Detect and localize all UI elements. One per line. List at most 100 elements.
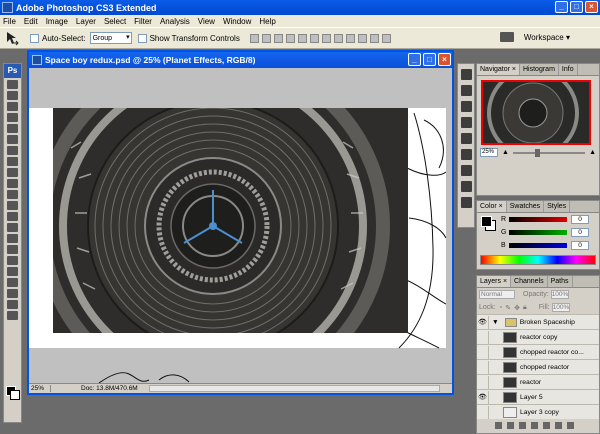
- layer-row[interactable]: reactor: [477, 374, 599, 389]
- blur-tool-icon[interactable]: [7, 212, 18, 221]
- color-spectrum-bar[interactable]: [480, 255, 596, 265]
- slice-tool-icon[interactable]: [7, 135, 18, 144]
- delete-layer-icon[interactable]: [567, 421, 574, 429]
- menu-help[interactable]: Help: [259, 17, 275, 26]
- document-maximize-button[interactable]: □: [423, 53, 436, 66]
- layer-row[interactable]: chopped reactor: [477, 359, 599, 374]
- tab-info[interactable]: Info: [558, 64, 578, 75]
- channel-value-b[interactable]: 0: [571, 241, 589, 250]
- auto-select-checkbox[interactable]: [30, 33, 39, 43]
- new-group-icon[interactable]: [543, 421, 550, 429]
- color-foreground-swatch[interactable]: [481, 216, 492, 227]
- layer-row[interactable]: 👁︎ Layer 5: [477, 389, 599, 404]
- navigator-zoom-slider[interactable]: [512, 148, 586, 157]
- document-info[interactable]: Doc: 13.8M/470.6M: [81, 385, 138, 392]
- layer-visibility-eye-icon[interactable]: 👁︎: [477, 315, 489, 329]
- channel-slider-b[interactable]: [509, 243, 567, 248]
- layer-visibility-toggle[interactable]: [477, 345, 489, 359]
- tab-styles[interactable]: Styles: [544, 201, 571, 212]
- tool-presets-panel-icon[interactable]: [460, 85, 472, 96]
- layer-visibility-toggle[interactable]: [477, 330, 489, 344]
- channel-value-g[interactable]: 0: [571, 228, 589, 237]
- auto-select-dropdown[interactable]: Group: [89, 32, 132, 44]
- distribute-bottom-icon[interactable]: [345, 33, 355, 43]
- type-tool-icon[interactable]: [7, 245, 18, 254]
- align-left-icon[interactable]: [285, 33, 295, 43]
- gradient-tool-icon[interactable]: [7, 201, 18, 210]
- horizontal-scrollbar[interactable]: [149, 385, 440, 392]
- menu-image[interactable]: Image: [46, 17, 68, 26]
- layer-row[interactable]: reactor copy: [477, 329, 599, 344]
- healing-brush-tool-icon[interactable]: [7, 146, 18, 155]
- new-layer-icon[interactable]: [555, 421, 562, 429]
- distribute-hcenter-icon[interactable]: [369, 33, 379, 43]
- layer-style-icon[interactable]: [507, 421, 514, 429]
- menu-file[interactable]: File: [3, 17, 16, 26]
- path-selection-tool-icon[interactable]: [7, 256, 18, 265]
- layer-visibility-toggle[interactable]: [477, 360, 489, 374]
- channel-slider-r[interactable]: [509, 217, 567, 222]
- clone-stamp-tool-icon[interactable]: [7, 168, 18, 177]
- fill-field[interactable]: 100%: [551, 303, 570, 312]
- move-tool-icon[interactable]: [4, 30, 20, 46]
- distribute-vcenter-icon[interactable]: [333, 33, 343, 43]
- layer-visibility-eye-icon[interactable]: 👁︎: [477, 390, 489, 404]
- menu-analysis[interactable]: Analysis: [160, 17, 190, 26]
- clone-source-panel-icon[interactable]: [460, 101, 472, 112]
- brush-tool-icon[interactable]: [7, 157, 18, 166]
- align-top-icon[interactable]: [249, 33, 259, 43]
- menu-select[interactable]: Select: [104, 17, 126, 26]
- channel-value-r[interactable]: 0: [571, 215, 589, 224]
- align-vcenter-icon[interactable]: [261, 33, 271, 43]
- lock-image-icon[interactable]: ✎: [505, 304, 511, 312]
- eyedropper-tool-icon[interactable]: [7, 289, 18, 298]
- document-zoom[interactable]: 25%: [29, 385, 51, 392]
- lasso-tool-icon[interactable]: [7, 102, 18, 111]
- tab-swatches[interactable]: Swatches: [506, 201, 545, 212]
- notes-tool-icon[interactable]: [7, 278, 18, 287]
- marquee-tool-icon[interactable]: [7, 91, 18, 100]
- lock-transparent-icon[interactable]: ▫: [500, 304, 502, 311]
- lock-position-icon[interactable]: ✥: [514, 304, 520, 312]
- shape-tool-icon[interactable]: [7, 267, 18, 276]
- tab-paths[interactable]: Paths: [547, 276, 573, 287]
- eraser-tool-icon[interactable]: [7, 190, 18, 199]
- navigator-zoom-field[interactable]: 25%: [480, 148, 498, 157]
- distribute-right-icon[interactable]: [381, 33, 391, 43]
- maximize-button[interactable]: □: [570, 1, 583, 13]
- measurement-panel-icon[interactable]: [460, 197, 472, 208]
- tab-channels[interactable]: Channels: [511, 276, 548, 287]
- menu-layer[interactable]: Layer: [76, 17, 96, 26]
- close-button[interactable]: ×: [585, 1, 598, 13]
- zoom-out-icon[interactable]: ▲: [502, 149, 509, 156]
- layer-row[interactable]: 👁︎ ▼ Broken Spaceship: [477, 314, 599, 329]
- canvas-area[interactable]: [29, 68, 452, 383]
- layer-visibility-toggle[interactable]: [477, 375, 489, 389]
- crop-tool-icon[interactable]: [7, 124, 18, 133]
- opacity-field[interactable]: 100%: [550, 290, 569, 299]
- adjustment-layer-icon[interactable]: [531, 421, 538, 429]
- align-bottom-icon[interactable]: [273, 33, 283, 43]
- distribute-left-icon[interactable]: [357, 33, 367, 43]
- tab-histogram[interactable]: Histogram: [520, 64, 559, 75]
- group-expand-icon[interactable]: ▼: [492, 319, 499, 326]
- history-panel-icon[interactable]: [460, 117, 472, 128]
- workspace-switcher[interactable]: Workspace ▾: [499, 32, 570, 42]
- menu-view[interactable]: View: [198, 17, 215, 26]
- history-brush-tool-icon[interactable]: [7, 179, 18, 188]
- hand-tool-icon[interactable]: [7, 300, 18, 309]
- menu-window[interactable]: Window: [223, 17, 251, 26]
- show-transform-checkbox[interactable]: [137, 33, 147, 43]
- blend-mode-dropdown[interactable]: Normal: [479, 290, 515, 299]
- brushes-panel-icon[interactable]: [460, 69, 472, 80]
- document-minimize-button[interactable]: _: [408, 53, 421, 66]
- zoom-tool-icon[interactable]: [7, 311, 18, 320]
- lock-all-icon[interactable]: 🔒︎: [523, 304, 527, 312]
- layer-visibility-toggle[interactable]: [477, 405, 489, 419]
- move-tool-icon[interactable]: [7, 80, 18, 89]
- zoom-in-icon[interactable]: ▲: [589, 149, 596, 156]
- document-close-button[interactable]: ×: [438, 53, 451, 66]
- tab-color[interactable]: Color ×: [477, 201, 507, 212]
- channel-slider-g[interactable]: [509, 230, 567, 235]
- menu-filter[interactable]: Filter: [134, 17, 152, 26]
